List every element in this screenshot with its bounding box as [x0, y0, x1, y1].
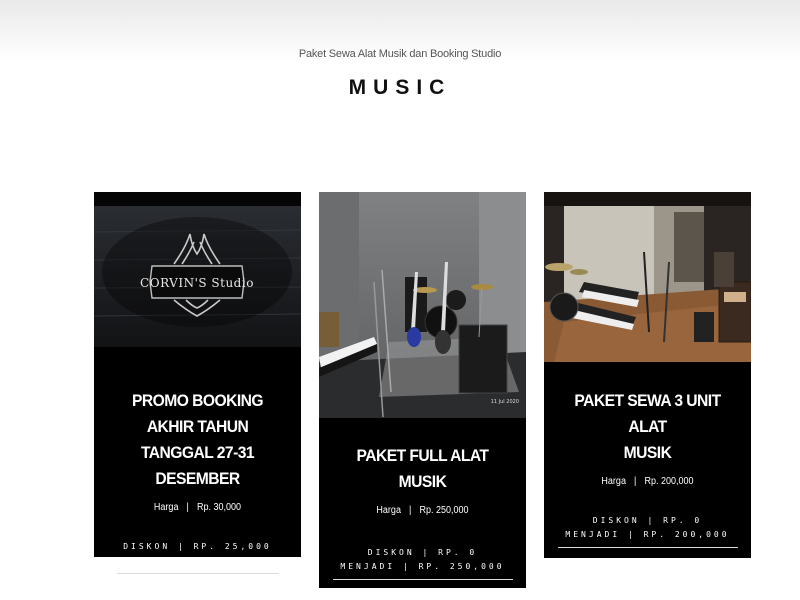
card-image-studio-logo[interactable]: CORVIN'S Studio — [94, 192, 301, 347]
price-label: Harga — [376, 505, 401, 516]
discount-text: DISKON | RP. 0 — [592, 516, 703, 525]
final-price-text: MENJADI | RP. 5,000 — [123, 556, 272, 565]
studio-logo-text: CORVIN'S Studio — [140, 276, 254, 290]
price-label: Harga — [153, 502, 179, 513]
price-separator: | — [634, 476, 637, 487]
divider — [116, 573, 279, 574]
card-title[interactable]: PAKET SEWA 3 UNIT ALAT MUSIK — [552, 388, 742, 466]
package-card-3-unit[interactable]: PAKET SEWA 3 UNIT ALAT MUSIK Harga | Rp. 2… — [544, 192, 751, 558]
price-row: Harga | Rp. 250,000 — [329, 505, 515, 516]
page-title: MUSIC — [348, 76, 452, 99]
card-image-instruments[interactable]: 11 Jul 2020 — [319, 192, 526, 418]
price-value: Rp. 30,000 — [197, 502, 242, 513]
price-row: Harga | Rp. 200,000 — [554, 476, 740, 487]
final-price-text: MENJADI | RP. 200,000 — [565, 530, 730, 539]
image-date-stamp: 11 Jul 2020 — [491, 399, 519, 405]
price-value: Rp. 200,000 — [644, 476, 694, 487]
divider — [332, 579, 513, 580]
package-card-promo[interactable]: CORVIN'S Studio PROMO BOOKING AKHIR TAHU… — [94, 192, 301, 574]
price-separator: | — [186, 502, 189, 513]
price-label: Harga — [601, 476, 626, 487]
card-title[interactable]: PAKET FULL ALAT MUSIK — [327, 443, 517, 495]
card-image-studio-room[interactable] — [544, 192, 751, 362]
page-subtitle: Paket Sewa Alat Musik dan Booking Studio — [298, 48, 502, 60]
card-title[interactable]: PROMO BOOKING AKHIR TAHUN TANGGAL 27-31 … — [102, 388, 292, 492]
price-value: Rp. 250,000 — [419, 505, 469, 516]
package-card-full[interactable]: 11 Jul 2020 PAKET FULL ALAT MUSIK Harga |… — [319, 192, 526, 588]
discount-text: DISKON | RP. 25,000 — [123, 542, 272, 551]
card-title-line: MUSIK — [623, 443, 672, 462]
divider — [557, 547, 738, 548]
card-title-line: PROMO BOOKING AKHIR TAHUN — [132, 391, 264, 436]
final-price-text: MENJADI | RP. 250,000 — [340, 562, 505, 571]
price-row: Harga | Rp. 30,000 — [104, 502, 290, 513]
price-separator: | — [409, 505, 412, 516]
card-title-line: PAKET SEWA 3 UNIT ALAT — [574, 391, 721, 436]
card-title-line: TANGGAL 27-31 DESEMBER — [140, 443, 255, 488]
discount-text: DISKON | RP. 0 — [367, 548, 478, 557]
card-title-line: PAKET FULL ALAT MUSIK — [356, 446, 489, 491]
